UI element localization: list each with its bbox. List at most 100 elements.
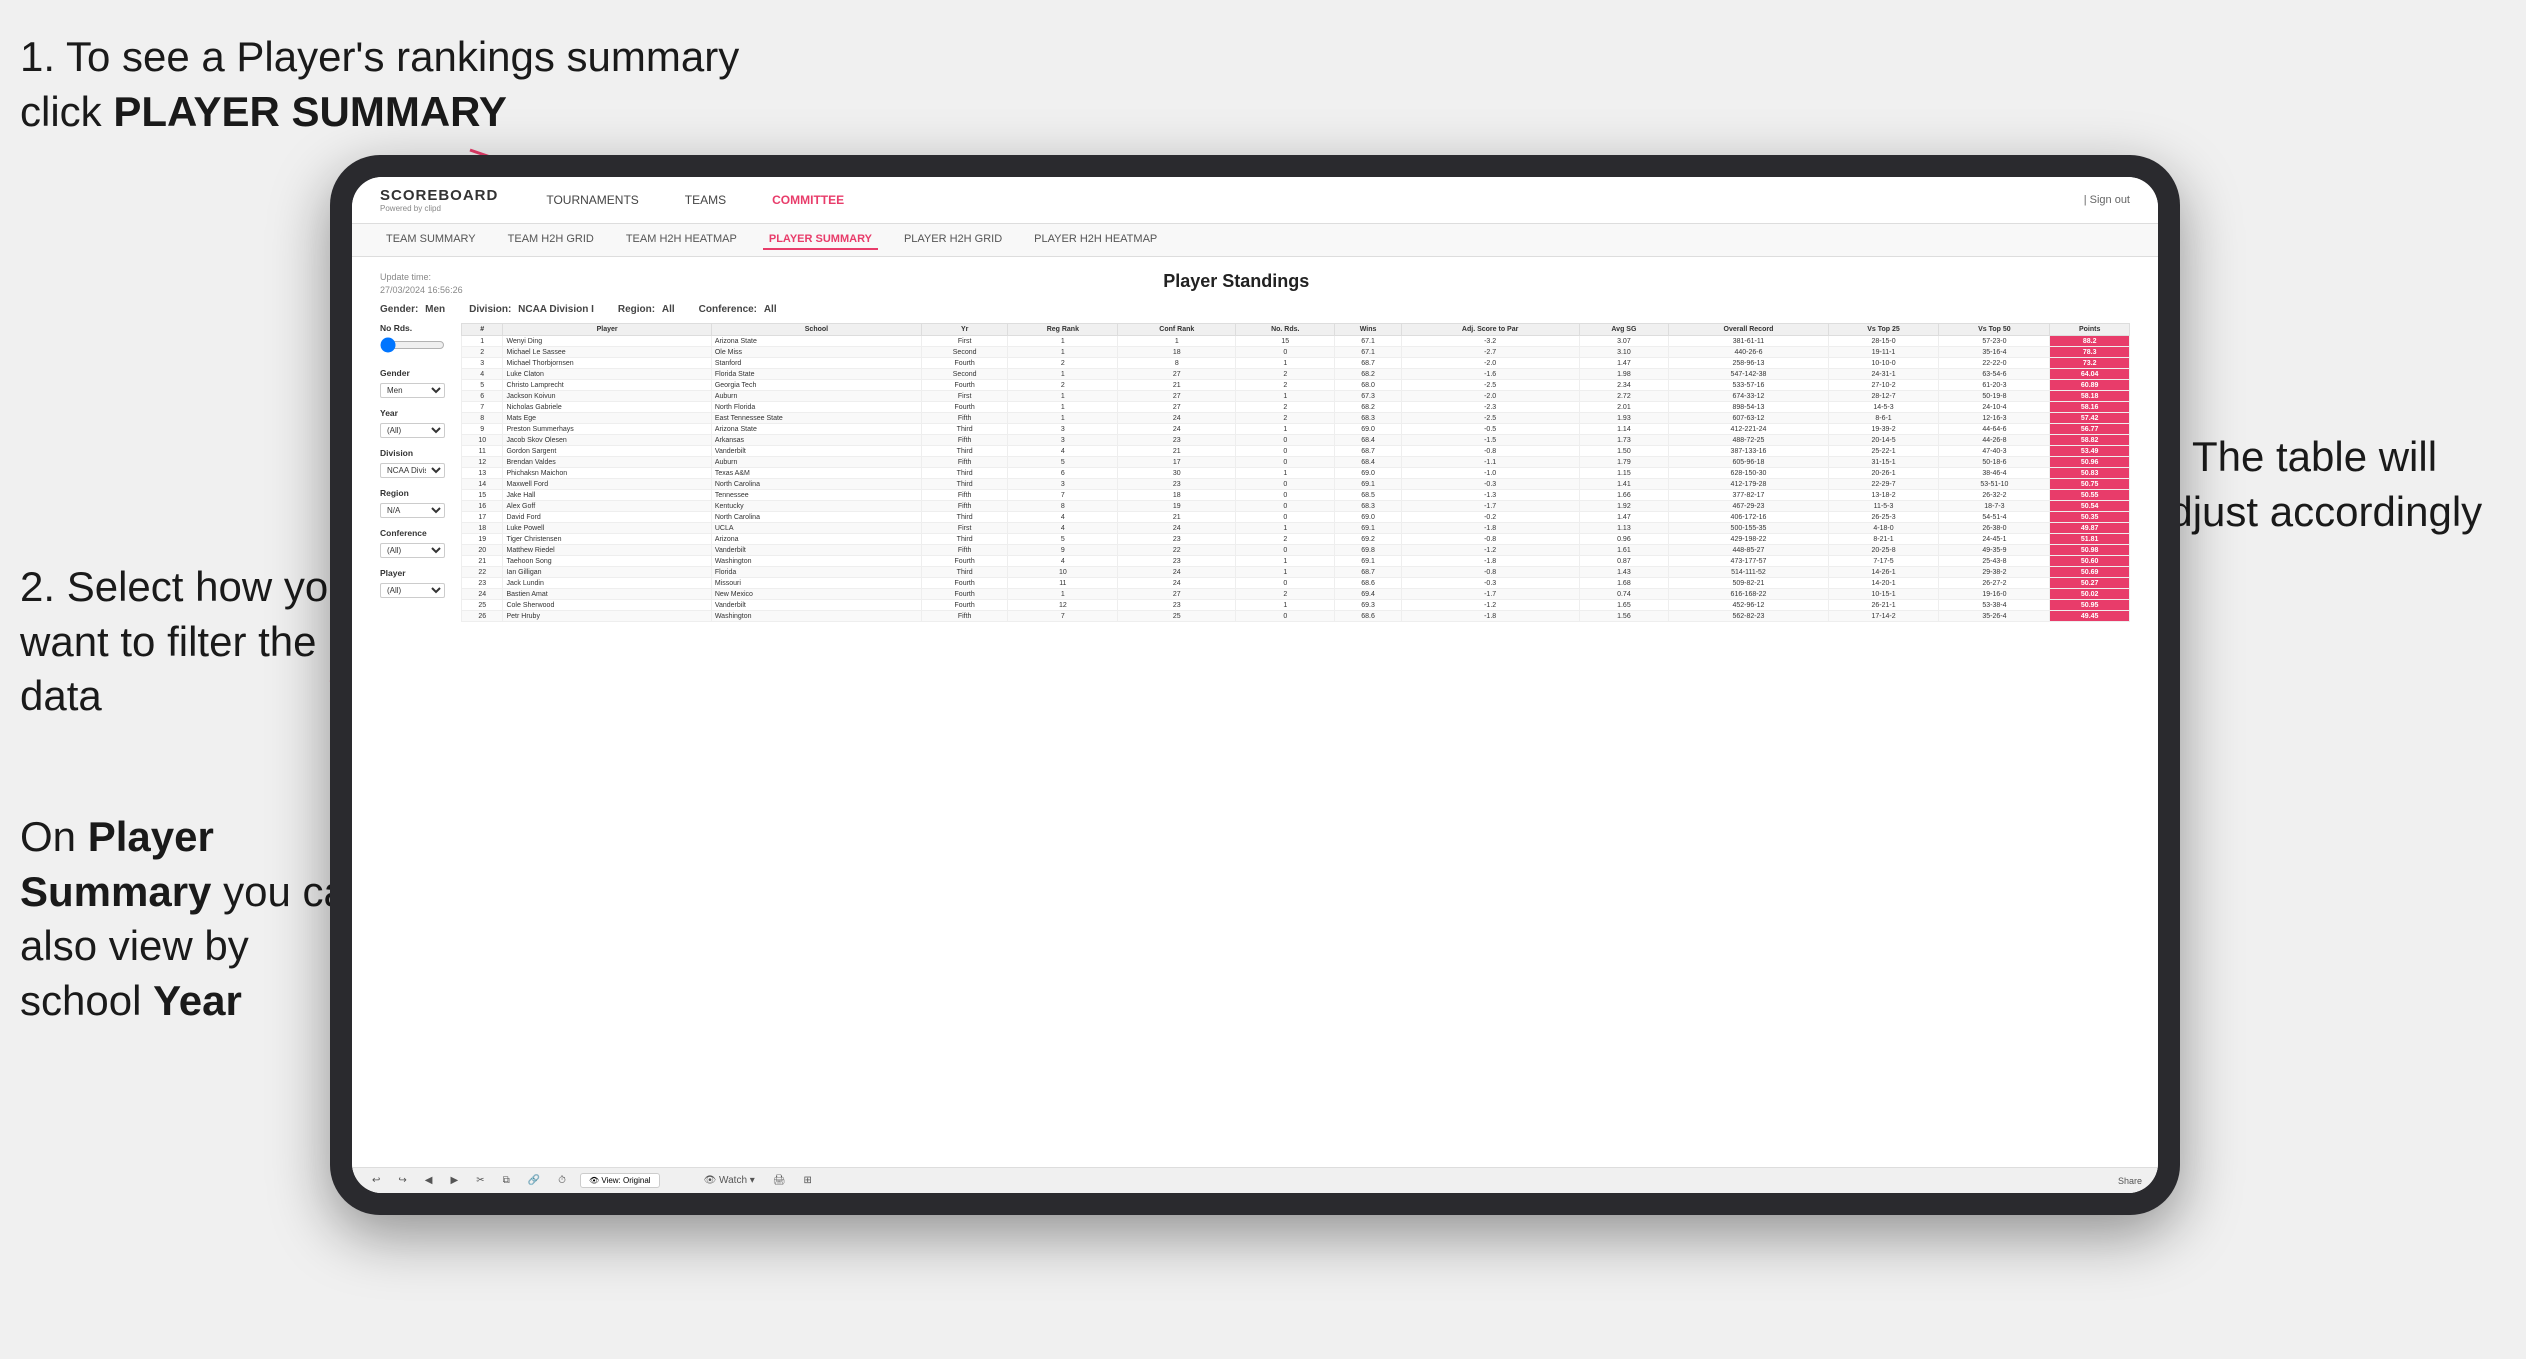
filter-group-norounds: No Rds.	[380, 323, 445, 358]
norounds-label: No Rds.	[380, 323, 445, 333]
table-header-row: # Player School Yr Reg Rank Conf Rank No…	[462, 324, 2130, 336]
table-row: 8Mats EgeEast Tennessee StateFifth124268…	[462, 413, 2130, 424]
table-row: 4Luke ClatonFlorida StateSecond127268.2-…	[462, 369, 2130, 380]
table-container: No Rds. Gender Men Women Year	[380, 323, 2130, 622]
subnav-player-summary[interactable]: PLAYER SUMMARY	[763, 230, 878, 250]
gender-filter-label: Gender	[380, 368, 445, 378]
toolbar-undo[interactable]: ↩	[368, 1173, 384, 1188]
table-row: 5Christo LamprechtGeorgia TechFourth2212…	[462, 380, 2130, 391]
table-body: 1Wenyi DingArizona StateFirst111567.1-3.…	[462, 336, 2130, 622]
subnav-player-h2h-grid[interactable]: PLAYER H2H GRID	[898, 230, 1008, 250]
filter-group-year: Year (All) First Second Third Fourth Fif…	[380, 408, 445, 438]
table-row: 14Maxwell FordNorth CarolinaThird323069.…	[462, 479, 2130, 490]
nav-committee[interactable]: COMMITTEE	[764, 189, 852, 211]
gender-select[interactable]: Men Women	[380, 383, 445, 398]
annotation-bottom-bold2: Year	[153, 977, 242, 1024]
watch-btn[interactable]: 👁 Watch ▾	[700, 1173, 759, 1188]
sign-out-link[interactable]: Sign out	[2090, 194, 2130, 206]
tablet-screen: SCOREBOARD Powered by clipd TOURNAMENTS …	[352, 177, 2158, 1193]
left-filters-panel: No Rds. Gender Men Women Year	[380, 323, 445, 622]
filter-group-gender: Gender Men Women	[380, 368, 445, 398]
col-points: Points	[2050, 324, 2130, 336]
filter-group-player: Player (All)	[380, 568, 445, 598]
col-wins: Wins	[1335, 324, 1401, 336]
filter-row: Gender: Men Division: NCAA Division I Re…	[380, 304, 2130, 315]
toolbar-redo[interactable]: ↪	[394, 1173, 410, 1188]
conference-select[interactable]: (All)	[380, 543, 445, 558]
col-rank: #	[462, 324, 503, 336]
annotation-step3: 3. The table will adjust accordingly	[2146, 430, 2496, 539]
filter-group-division: Division NCAA Division I	[380, 448, 445, 478]
nav-tournaments[interactable]: TOURNAMENTS	[538, 189, 646, 211]
content-inner: Update time: 27/03/2024 16:56:26 Player …	[352, 257, 2158, 1167]
table-row: 25Cole SherwoodVanderbiltFourth1223169.3…	[462, 600, 2130, 611]
table-row: 7Nicholas GabrieleNorth FloridaFourth127…	[462, 402, 2130, 413]
gender-label: Gender:	[380, 304, 418, 315]
subnav-team-h2h-heatmap[interactable]: TEAM H2H HEATMAP	[620, 230, 743, 250]
toolbar-clock[interactable]: ⏱	[554, 1173, 570, 1188]
region-value: All	[662, 304, 675, 315]
region-select[interactable]: N/A All	[380, 503, 445, 518]
logo-text: SCOREBOARD	[380, 187, 498, 204]
table-row: 13Phichaksn MaichonTexas A&MThird630169.…	[462, 468, 2130, 479]
region-filter-display: Region: All	[618, 304, 679, 315]
region-filter-label: Region	[380, 488, 445, 498]
region-label: Region:	[618, 304, 655, 315]
annotation-step1: 1. To see a Player's rankings summary cl…	[20, 30, 800, 139]
table-row: 6Jackson KoivunAuburnFirst127167.3-2.02.…	[462, 391, 2130, 402]
table-row: 17David FordNorth CarolinaThird421069.0-…	[462, 512, 2130, 523]
toolbar-cut[interactable]: ✂	[472, 1173, 488, 1188]
col-vs-top50: Vs Top 50	[1939, 324, 2050, 336]
table-row: 24Bastien AmatNew MexicoFourth127269.4-1…	[462, 589, 2130, 600]
toolbar-copy[interactable]: ⧉	[499, 1173, 514, 1188]
update-time: Update time: 27/03/2024 16:56:26	[380, 271, 463, 296]
header-row: Update time: 27/03/2024 16:56:26 Player …	[380, 271, 2130, 296]
player-select[interactable]: (All)	[380, 583, 445, 598]
table-row: 22Ian GilliganFloridaThird1024168.7-0.81…	[462, 567, 2130, 578]
conference-filter-label: Conference	[380, 528, 445, 538]
filter-group-conference: Conference (All)	[380, 528, 445, 558]
toolbar-link[interactable]: 🔗	[524, 1173, 544, 1188]
year-select[interactable]: (All) First Second Third Fourth Fifth	[380, 423, 445, 438]
logo-area: SCOREBOARD Powered by clipd	[380, 187, 498, 213]
table-row: 2Michael Le SasseeOle MissSecond118067.1…	[462, 347, 2130, 358]
division-select[interactable]: NCAA Division I	[380, 463, 445, 478]
col-yr: Yr	[922, 324, 1008, 336]
nav-right: | Sign out	[2084, 194, 2130, 206]
view-original-btn[interactable]: 👁 View: Original	[580, 1173, 660, 1188]
col-overall-record: Overall Record	[1669, 324, 1828, 336]
norounds-slider[interactable]	[380, 337, 445, 353]
division-filter-display: Division: NCAA Division I	[469, 304, 598, 315]
table-row: 3Michael ThorbjornsenStanfordFourth28168…	[462, 358, 2130, 369]
toolbar-back[interactable]: ◀	[421, 1173, 437, 1188]
division-value: NCAA Division I	[518, 304, 594, 315]
table-row: 9Preston SummerhaysArizona StateThird324…	[462, 424, 2130, 435]
annotation-bottom-text1: On	[20, 813, 88, 860]
top-nav: SCOREBOARD Powered by clipd TOURNAMENTS …	[352, 177, 2158, 224]
table-row: 16Alex GoffKentuckyFifth819068.3-1.71.92…	[462, 501, 2130, 512]
col-school: School	[711, 324, 921, 336]
subnav-team-summary[interactable]: TEAM SUMMARY	[380, 230, 482, 250]
table-row: 12Brendan ValdesAuburnFifth517068.4-1.11…	[462, 457, 2130, 468]
player-standings-table: # Player School Yr Reg Rank Conf Rank No…	[461, 323, 2130, 622]
tablet-device: SCOREBOARD Powered by clipd TOURNAMENTS …	[330, 155, 2180, 1215]
table-row: 19Tiger ChristensenArizonaThird523269.2-…	[462, 534, 2130, 545]
toolbar-forward[interactable]: ▶	[446, 1173, 462, 1188]
table-row: 26Petr HrubyWashingtonFifth725068.6-1.81…	[462, 611, 2130, 622]
nav-teams[interactable]: TEAMS	[677, 189, 734, 211]
player-standings-title: Player Standings	[463, 271, 2010, 292]
conference-value: All	[764, 304, 777, 315]
filter-group-region: Region N/A All	[380, 488, 445, 518]
subnav-player-h2h-heatmap[interactable]: PLAYER H2H HEATMAP	[1028, 230, 1163, 250]
toolbar-icon2[interactable]: ⊞	[800, 1173, 816, 1188]
toolbar-icon1[interactable]: 🖨	[769, 1173, 790, 1188]
conference-filter-display: Conference: All	[699, 304, 781, 315]
subnav-team-h2h-grid[interactable]: TEAM H2H GRID	[502, 230, 600, 250]
col-adj-score: Adj. Score to Par	[1401, 324, 1579, 336]
col-vs-top25: Vs Top 25	[1828, 324, 1939, 336]
player-filter-label: Player	[380, 568, 445, 578]
main-content: Update time: 27/03/2024 16:56:26 Player …	[352, 257, 2158, 1193]
table-row: 11Gordon SargentVanderbiltThird421068.7-…	[462, 446, 2130, 457]
table-row: 18Luke PowellUCLAFirst424169.1-1.81.1350…	[462, 523, 2130, 534]
share-btn[interactable]: Share	[2118, 1176, 2142, 1186]
